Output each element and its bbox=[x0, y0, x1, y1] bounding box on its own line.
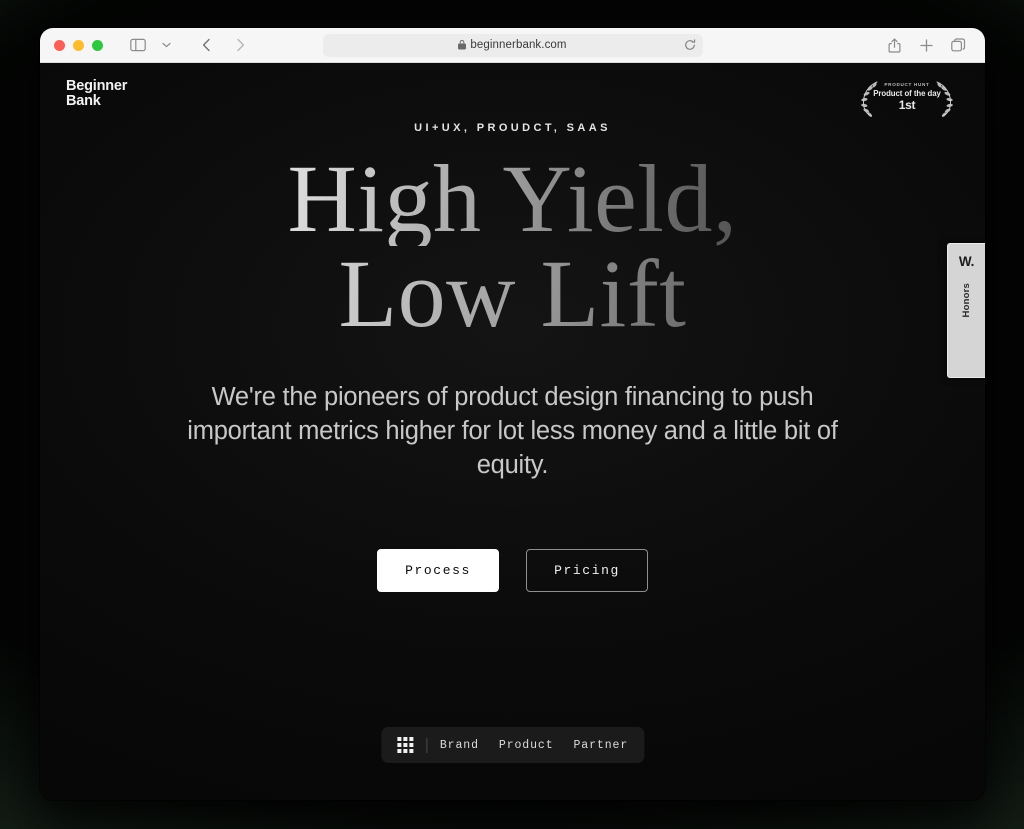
share-icon[interactable] bbox=[881, 33, 907, 57]
honors-side-tab[interactable]: W. Honors bbox=[947, 243, 985, 378]
hero-headline: High Yield, Low Lift bbox=[40, 150, 985, 342]
sidebar-controls bbox=[125, 33, 179, 57]
sidebar-toggle-icon[interactable] bbox=[125, 33, 151, 57]
reload-icon[interactable] bbox=[684, 39, 696, 51]
chevron-down-icon[interactable] bbox=[153, 33, 179, 57]
hero-subhead: We're the pioneers of product design fin… bbox=[187, 383, 838, 479]
lock-icon bbox=[458, 40, 467, 50]
headline-line-1: High Yield, bbox=[40, 150, 985, 246]
plus-icon[interactable] bbox=[913, 33, 939, 57]
address-bar-container: beginnerbank.com bbox=[40, 33, 985, 57]
logo-line-1: Beginner bbox=[66, 78, 128, 94]
badge-rank: 1st bbox=[898, 97, 916, 112]
badge-kicker: PRODUCT HUNT bbox=[884, 82, 930, 88]
nav-link-partner[interactable]: Partner bbox=[574, 739, 629, 752]
maximize-window-button[interactable] bbox=[92, 39, 103, 51]
grid-menu-icon[interactable] bbox=[396, 737, 413, 753]
hero-eyebrow: UI+UX, PROUDCT, SAAS bbox=[414, 122, 611, 134]
hero-cta-row: Process Pricing bbox=[40, 548, 985, 592]
toolbar-actions bbox=[881, 33, 971, 57]
browser-toolbar: beginnerbank.com bbox=[40, 28, 985, 63]
hero-section: UI+UX, PROUDCT, SAAS High Yield, Low Lif… bbox=[40, 63, 985, 592]
url-text: beginnerbank.com bbox=[470, 39, 567, 51]
back-chevron-icon[interactable] bbox=[193, 33, 219, 57]
tab-overview-icon[interactable] bbox=[945, 33, 971, 57]
navigation-controls bbox=[193, 33, 253, 57]
website-page: Beginner Bank PRODUCT HUNT Product of th… bbox=[40, 63, 985, 800]
badge-title: Product of the day bbox=[873, 88, 941, 98]
window-controls bbox=[54, 39, 103, 51]
address-bar[interactable]: beginnerbank.com bbox=[322, 33, 703, 57]
bottom-nav: Brand Product Partner bbox=[380, 727, 645, 763]
nav-link-brand[interactable]: Brand bbox=[440, 739, 479, 752]
url-display: beginnerbank.com bbox=[458, 39, 567, 51]
minimize-window-button[interactable] bbox=[73, 39, 84, 51]
headline-line-2: Low Lift bbox=[40, 246, 985, 342]
close-window-button[interactable] bbox=[54, 39, 65, 51]
nav-divider bbox=[425, 737, 427, 753]
site-logo[interactable]: Beginner Bank bbox=[66, 79, 127, 109]
browser-window: beginnerbank.com Beginner Bank PRODUCT H… bbox=[40, 28, 985, 800]
badge-text: PRODUCT HUNT Product of the day 1st bbox=[859, 82, 955, 112]
product-hunt-badge[interactable]: PRODUCT HUNT Product of the day 1st bbox=[855, 76, 959, 118]
logo-line-2: Bank bbox=[66, 92, 101, 109]
process-button[interactable]: Process bbox=[377, 548, 499, 592]
pricing-button[interactable]: Pricing bbox=[526, 548, 648, 592]
honors-label: Honors bbox=[961, 283, 972, 318]
nav-links: Brand Product Partner bbox=[440, 739, 628, 752]
nav-link-product[interactable]: Product bbox=[499, 739, 554, 752]
forward-chevron-icon[interactable] bbox=[227, 33, 253, 57]
honors-mark: W. bbox=[958, 254, 975, 269]
